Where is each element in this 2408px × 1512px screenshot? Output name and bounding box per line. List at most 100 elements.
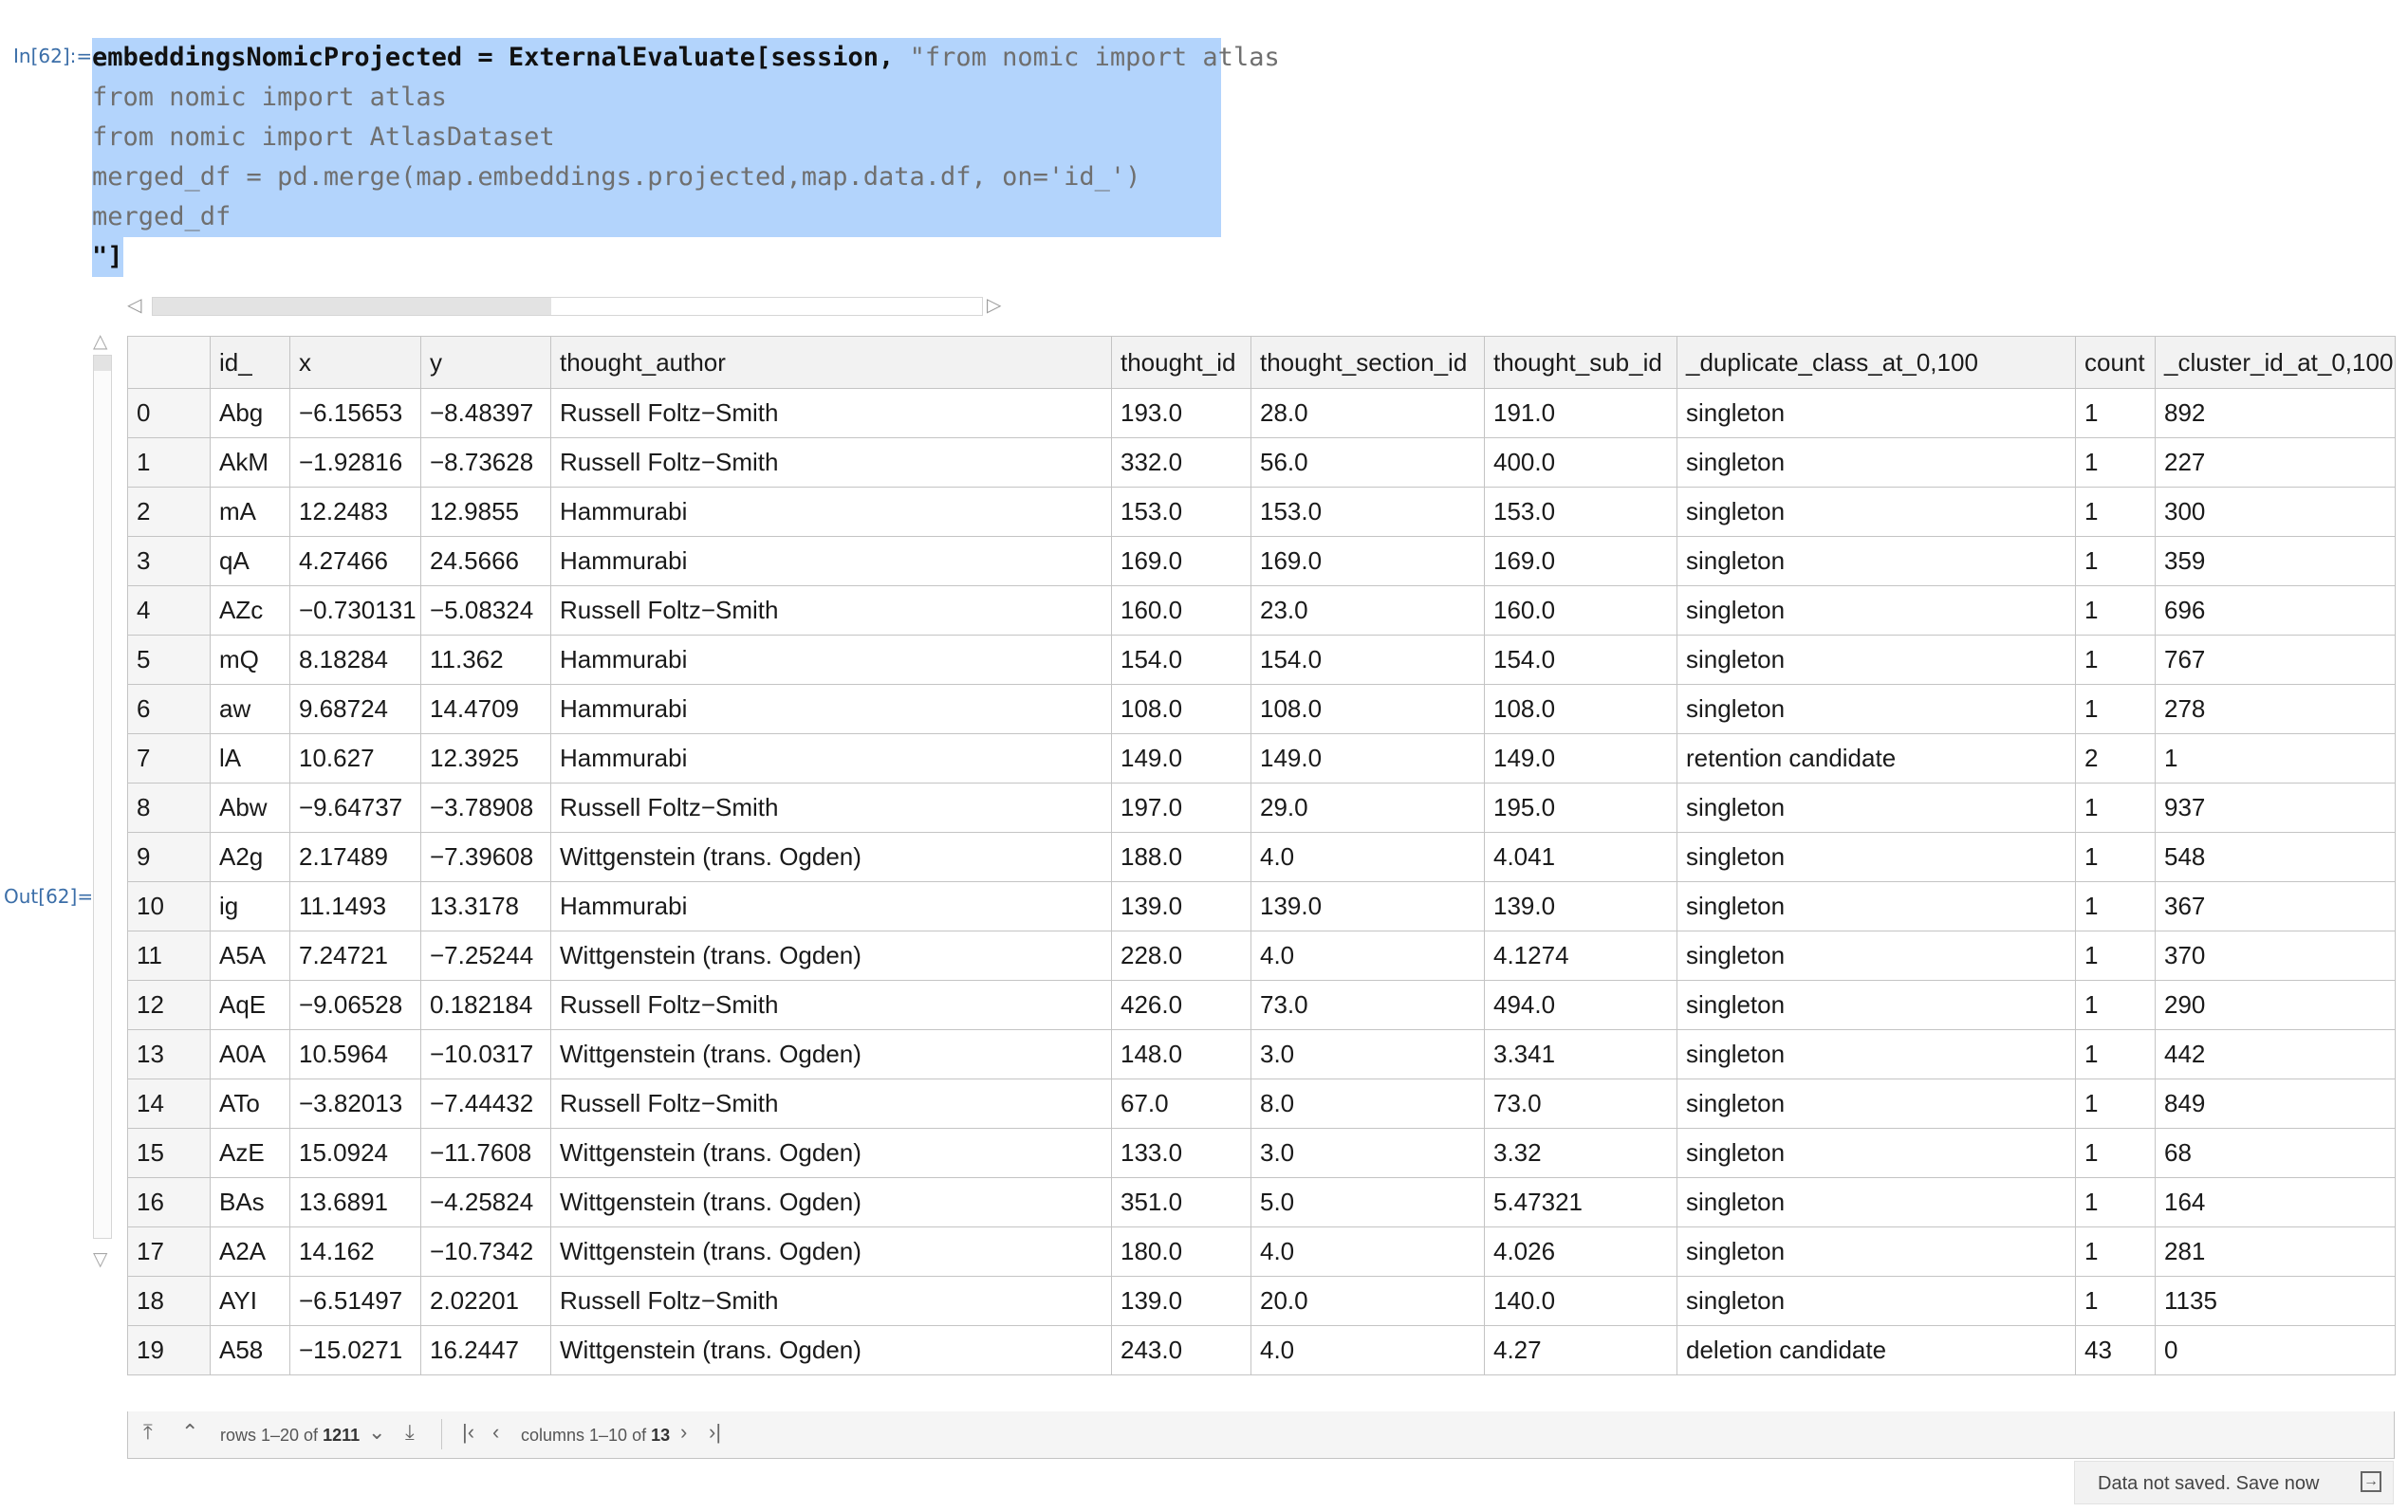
column-header[interactable]: y [420, 336, 551, 389]
row-index-cell: 0 [127, 388, 211, 438]
next-columns-icon[interactable]: › [680, 1421, 687, 1444]
code-args: [session, [755, 43, 910, 72]
table-cell: singleton [1676, 832, 2076, 882]
table-cell: 1 [2075, 1128, 2156, 1178]
table-cell: 10.5964 [289, 1029, 421, 1079]
scroll-up-icon[interactable]: △ [93, 332, 107, 351]
table-cell: 3.32 [1484, 1128, 1677, 1178]
column-header[interactable]: thought_id [1111, 336, 1251, 389]
table-cell: AZc [210, 585, 290, 636]
table-cell: 108.0 [1484, 684, 1677, 734]
horizontal-scroll-thumb[interactable] [153, 298, 551, 315]
table-cell: −1.92816 [289, 437, 421, 488]
table-cell: 154.0 [1484, 635, 1677, 685]
row-index-cell: 9 [127, 832, 211, 882]
scroll-right-icon[interactable]: ▷ [987, 294, 1001, 317]
table-cell: singleton [1676, 1226, 2076, 1277]
vertical-scroll-thumb[interactable] [94, 356, 111, 371]
column-header[interactable]: _duplicate_class_at_0,100 [1676, 336, 2076, 389]
table-cell: Hammurabi [550, 635, 1112, 685]
row-index-cell: 18 [127, 1276, 211, 1326]
table-cell: 5.0 [1250, 1177, 1485, 1227]
code-line-3: from nomic import AtlasDataset [92, 118, 1221, 157]
table-row: 7 lA 10.627 12.3925 Hammurabi 149.0 149.0 149.0… [127, 733, 2396, 784]
table-cell: 4.0 [1250, 931, 1485, 981]
column-header[interactable]: id_ [210, 336, 290, 389]
table-cell: −6.51497 [289, 1276, 421, 1326]
table-cell: 193.0 [1111, 388, 1251, 438]
table-cell: singleton [1676, 487, 2076, 537]
table-cell: singleton [1676, 437, 2076, 488]
table-cell: BAs [210, 1177, 290, 1227]
row-index-cell: 6 [127, 684, 211, 734]
input-code-cell[interactable]: embeddingsNomicProjected = ExternalEvalu… [92, 38, 1280, 277]
row-index-cell: 12 [127, 980, 211, 1030]
table-cell: 13.3178 [420, 881, 551, 931]
table-cell: −7.25244 [420, 931, 551, 981]
column-header[interactable]: thought_author [550, 336, 1112, 389]
column-header[interactable]: count [2075, 336, 2156, 389]
vertical-scrollbar[interactable]: △ ▽ [91, 332, 114, 1271]
table-footer: ⤒ ⌃ rows 1–20 of 1211 ⌄ ⤓ |‹ ‹ columns 1… [127, 1411, 2395, 1459]
last-columns-icon[interactable]: ›| [709, 1421, 721, 1444]
table-cell: AzE [210, 1128, 290, 1178]
previous-columns-icon[interactable]: ‹ [492, 1421, 499, 1444]
table-cell: 43 [2075, 1325, 2156, 1375]
index-header[interactable] [127, 336, 211, 389]
table-cell: 1 [2075, 388, 2156, 438]
table-cell: Hammurabi [550, 536, 1112, 586]
table-cell: 278 [2155, 684, 2396, 734]
table-cell: 191.0 [1484, 388, 1677, 438]
table-cell: −8.48397 [420, 388, 551, 438]
table-cell: 332.0 [1111, 437, 1251, 488]
scroll-left-icon[interactable]: ◁ [127, 294, 141, 317]
table-cell: 767 [2155, 635, 2396, 685]
first-rows-icon[interactable]: ⤒ [143, 1421, 153, 1444]
scroll-down-icon[interactable]: ▽ [93, 1250, 107, 1269]
table-cell: 139.0 [1250, 881, 1485, 931]
vertical-scroll-track[interactable] [93, 355, 112, 1239]
last-rows-icon[interactable]: ⤓ [405, 1421, 415, 1444]
horizontal-scrollbar[interactable]: ◁ ▷ [127, 294, 1001, 317]
table-cell: Hammurabi [550, 684, 1112, 734]
table-cell: 153.0 [1111, 487, 1251, 537]
table-cell: 133.0 [1111, 1128, 1251, 1178]
table-cell: singleton [1676, 1177, 2076, 1227]
table-cell: singleton [1676, 1029, 2076, 1079]
table-row: 14 ATo −3.82013 −7.44432 Russell Foltz−Smith… [127, 1079, 2396, 1129]
column-header[interactable]: _cluster_id_at_0,100 [2155, 336, 2396, 389]
table-cell: 281 [2155, 1226, 2396, 1277]
next-rows-icon[interactable]: ⌄ [368, 1421, 385, 1444]
table-cell: Hammurabi [550, 733, 1112, 784]
table-cell: singleton [1676, 585, 2076, 636]
column-header[interactable]: thought_sub_id [1484, 336, 1677, 389]
horizontal-scroll-track[interactable] [152, 297, 983, 316]
table-cell: 139.0 [1111, 1276, 1251, 1326]
code-line-5: merged_df [92, 197, 1221, 237]
table-cell: 300 [2155, 487, 2396, 537]
table-cell: 4.026 [1484, 1226, 1677, 1277]
first-columns-icon[interactable]: |‹ [462, 1421, 474, 1444]
column-header[interactable]: thought_section_id [1250, 336, 1485, 389]
table-cell: 0.182184 [420, 980, 551, 1030]
table-cell: 10.627 [289, 733, 421, 784]
row-index-cell: 10 [127, 881, 211, 931]
code-line-4: merged_df = pd.merge(map.embeddings.proj… [92, 157, 1221, 197]
table-cell: 0 [2155, 1325, 2396, 1375]
table-cell: 1 [2155, 733, 2396, 784]
table-cell: 73.0 [1484, 1079, 1677, 1129]
table-cell: 56.0 [1250, 437, 1485, 488]
table-cell: 359 [2155, 536, 2396, 586]
column-header[interactable]: x [289, 336, 421, 389]
table-cell: 11.1493 [289, 881, 421, 931]
table-row: 16 BAs 13.6891 −4.25824 Wittgenstein (trans.… [127, 1177, 2396, 1227]
table-cell: Russell Foltz−Smith [550, 1079, 1112, 1129]
previous-rows-icon[interactable]: ⌃ [181, 1421, 198, 1444]
table-cell: −11.7608 [420, 1128, 551, 1178]
table-cell: Hammurabi [550, 487, 1112, 537]
save-now-button[interactable]: Data not saved. Save now → [2074, 1461, 2394, 1504]
table-cell: singleton [1676, 635, 2076, 685]
table-row: 1 AkM −1.92816 −8.73628 Russell Foltz−Smith 3… [127, 437, 2396, 488]
table-cell: singleton [1676, 388, 2076, 438]
table-cell: 243.0 [1111, 1325, 1251, 1375]
